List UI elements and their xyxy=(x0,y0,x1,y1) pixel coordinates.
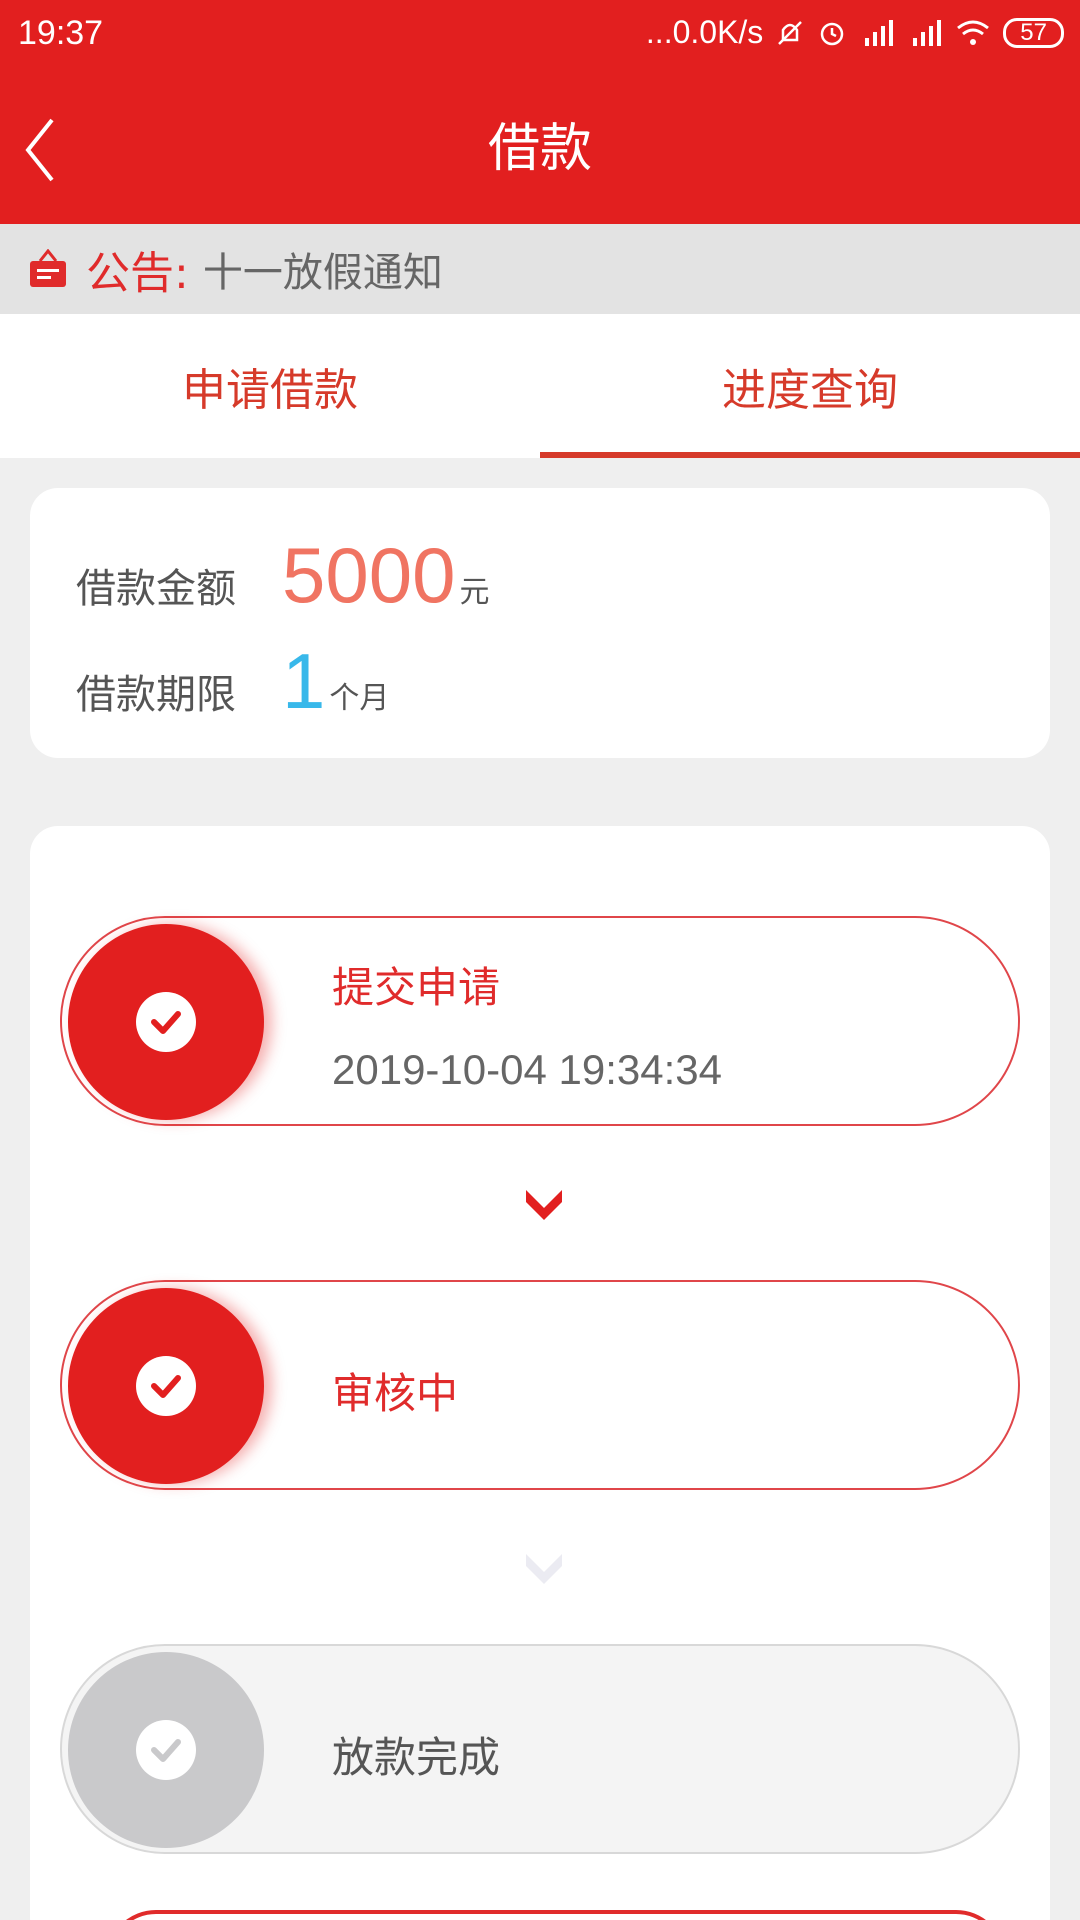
notice-text[interactable]: 十一放假通知 xyxy=(203,240,443,298)
loan-amount-value: 5000 xyxy=(282,531,456,619)
loan-summary-card: 借款金额 5000 元 借款期限 1 个月 xyxy=(30,488,1050,758)
app-header: 借款 xyxy=(0,74,1080,224)
mute-icon xyxy=(778,20,803,45)
tab-progress-query[interactable]: 进度查询 xyxy=(540,314,1080,458)
bottom-action-button[interactable] xyxy=(106,1910,1006,1920)
tab-apply-loan[interactable]: 申请借款 xyxy=(0,314,540,458)
step-status-circle xyxy=(68,924,264,1120)
notice-bar[interactable]: 公告: 十一放假通知 xyxy=(0,224,1080,314)
loan-amount-unit: 元 xyxy=(459,575,490,610)
step-title: 审核中 xyxy=(332,1369,459,1418)
network-speed: ...0.0K/s xyxy=(645,14,764,50)
status-time: 19:37 xyxy=(18,14,104,52)
progress-step-submit: 提交申请 2019-10-04 19:34:34 xyxy=(60,916,1020,1126)
check-icon xyxy=(136,992,196,1052)
notice-board-icon xyxy=(30,249,66,287)
check-icon xyxy=(136,1720,196,1780)
loan-term-value: 1 xyxy=(282,637,326,725)
status-icons: ...0.0K/s 57 xyxy=(646,14,1064,51)
step-title: 提交申请 xyxy=(332,963,501,1012)
progress-card: 提交申请 2019-10-04 19:34:34 审核中 放款完成 xyxy=(30,826,1050,1920)
status-bar: 19:37 ...0.0K/s 57 xyxy=(0,0,1080,74)
loan-amount-label: 借款金额 xyxy=(76,566,236,612)
wifi-icon xyxy=(957,20,990,45)
step-status-circle xyxy=(68,1652,264,1848)
loan-term-row: 借款期限 1 个月 xyxy=(76,636,389,727)
signal-icon xyxy=(913,19,942,46)
step-status-circle xyxy=(68,1288,264,1484)
progress-step-disbursed: 放款完成 xyxy=(60,1644,1020,1854)
chevron-down-icon xyxy=(526,1554,562,1584)
loan-amount-row: 借款金额 5000 元 xyxy=(76,530,490,621)
step-title: 放款完成 xyxy=(332,1733,501,1782)
check-icon xyxy=(136,1356,196,1416)
battery-icon: 57 xyxy=(1003,17,1064,48)
page-title: 借款 xyxy=(487,119,592,179)
chevron-down-icon xyxy=(526,1190,562,1220)
step-time: 2019-10-04 19:34:34 xyxy=(332,1046,722,1093)
hd-signal-icon xyxy=(865,19,894,46)
tab-bar: 申请借款 进度查询 xyxy=(0,314,1080,458)
loan-term-unit: 个月 xyxy=(329,681,390,716)
notice-label: 公告: xyxy=(86,248,189,299)
loan-term-label: 借款期限 xyxy=(76,672,236,718)
alarm-icon xyxy=(821,22,844,45)
progress-step-review: 审核中 xyxy=(60,1280,1020,1490)
